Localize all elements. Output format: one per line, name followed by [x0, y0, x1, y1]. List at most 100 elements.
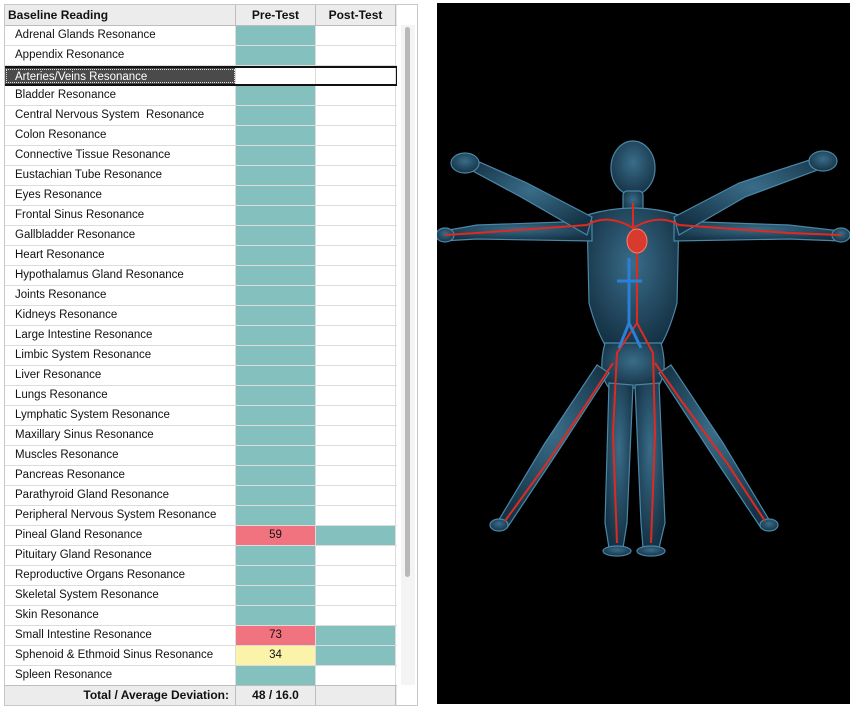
- post-test-cell[interactable]: [316, 446, 396, 465]
- pre-test-cell[interactable]: [236, 266, 316, 285]
- pre-test-cell[interactable]: [236, 46, 316, 65]
- table-row[interactable]: Adrenal Glands Resonance: [5, 26, 397, 46]
- post-test-cell[interactable]: [316, 346, 396, 365]
- table-row[interactable]: Connective Tissue Resonance: [5, 146, 397, 166]
- table-row[interactable]: Sphenoid & Ethmoid Sinus Resonance 34: [5, 646, 397, 666]
- table-row[interactable]: Gallbladder Resonance: [5, 226, 397, 246]
- table-row[interactable]: Frontal Sinus Resonance: [5, 206, 397, 226]
- pre-test-cell[interactable]: [236, 586, 316, 605]
- table-row[interactable]: Lymphatic System Resonance: [5, 406, 397, 426]
- pre-test-cell[interactable]: [236, 446, 316, 465]
- pre-test-cell[interactable]: [236, 606, 316, 625]
- post-test-cell[interactable]: [316, 266, 396, 285]
- post-test-cell[interactable]: [316, 306, 396, 325]
- table-row[interactable]: Eyes Resonance: [5, 186, 397, 206]
- pre-test-cell[interactable]: [236, 146, 316, 165]
- pre-test-cell[interactable]: [236, 106, 316, 125]
- post-test-cell[interactable]: [316, 466, 396, 485]
- table-row[interactable]: Pituitary Gland Resonance: [5, 546, 397, 566]
- pre-test-cell[interactable]: [236, 68, 316, 84]
- table-row[interactable]: Skeletal System Resonance: [5, 586, 397, 606]
- pre-test-cell[interactable]: [236, 166, 316, 185]
- table-row[interactable]: Appendix Resonance: [5, 46, 397, 66]
- pre-test-cell[interactable]: [236, 466, 316, 485]
- post-test-cell[interactable]: [316, 86, 396, 105]
- pre-test-cell[interactable]: [236, 346, 316, 365]
- table-row[interactable]: Maxillary Sinus Resonance: [5, 426, 397, 446]
- table-row[interactable]: Hypothalamus Gland Resonance: [5, 266, 397, 286]
- pre-test-cell[interactable]: [236, 86, 316, 105]
- pre-test-cell[interactable]: 34: [236, 646, 316, 665]
- post-test-cell[interactable]: [316, 226, 396, 245]
- post-test-cell[interactable]: [316, 426, 396, 445]
- post-test-cell[interactable]: [316, 586, 396, 605]
- post-test-cell[interactable]: [316, 246, 396, 265]
- table-row[interactable]: Arteries/Veins Resonance: [5, 66, 397, 86]
- pre-test-cell[interactable]: [236, 666, 316, 685]
- table-row[interactable]: Parathyroid Gland Resonance: [5, 486, 397, 506]
- pre-test-cell[interactable]: [236, 226, 316, 245]
- post-test-cell[interactable]: [316, 106, 396, 125]
- table-row[interactable]: Colon Resonance: [5, 126, 397, 146]
- pre-test-cell[interactable]: 59: [236, 526, 316, 545]
- pre-test-cell[interactable]: [236, 546, 316, 565]
- table-row[interactable]: Kidneys Resonance: [5, 306, 397, 326]
- pre-test-cell[interactable]: [236, 486, 316, 505]
- pre-test-cell[interactable]: [236, 506, 316, 525]
- table-row[interactable]: Joints Resonance: [5, 286, 397, 306]
- pre-test-cell[interactable]: [236, 26, 316, 45]
- post-test-cell[interactable]: [316, 646, 396, 665]
- table-row[interactable]: Eustachian Tube Resonance: [5, 166, 397, 186]
- pre-test-cell[interactable]: [236, 566, 316, 585]
- post-test-cell[interactable]: [316, 126, 396, 145]
- table-row[interactable]: Heart Resonance: [5, 246, 397, 266]
- post-test-cell[interactable]: [316, 326, 396, 345]
- scrollbar-thumb[interactable]: [405, 27, 410, 577]
- post-test-cell[interactable]: [316, 566, 396, 585]
- post-test-cell[interactable]: [316, 606, 396, 625]
- post-test-cell[interactable]: [316, 166, 396, 185]
- vertical-scrollbar[interactable]: [401, 25, 415, 685]
- post-test-cell[interactable]: [316, 186, 396, 205]
- post-test-cell[interactable]: [316, 26, 396, 45]
- post-test-cell[interactable]: [316, 366, 396, 385]
- post-test-cell[interactable]: [316, 626, 396, 645]
- post-test-cell[interactable]: [316, 486, 396, 505]
- post-test-cell[interactable]: [316, 666, 396, 685]
- table-row[interactable]: Bladder Resonance: [5, 86, 397, 106]
- post-test-cell[interactable]: [316, 68, 396, 84]
- table-row[interactable]: Pineal Gland Resonance 59: [5, 526, 397, 546]
- pre-test-cell[interactable]: [236, 246, 316, 265]
- table-row[interactable]: Reproductive Organs Resonance: [5, 566, 397, 586]
- post-test-cell[interactable]: [316, 286, 396, 305]
- table-row[interactable]: Liver Resonance: [5, 366, 397, 386]
- pre-test-cell[interactable]: [236, 126, 316, 145]
- pre-test-cell[interactable]: [236, 386, 316, 405]
- post-test-cell[interactable]: [316, 506, 396, 525]
- table-row[interactable]: Central Nervous System Resonance: [5, 106, 397, 126]
- table-row[interactable]: Small Intestine Resonance 73: [5, 626, 397, 646]
- post-test-cell[interactable]: [316, 46, 396, 65]
- pre-test-cell[interactable]: [236, 306, 316, 325]
- table-row[interactable]: Muscles Resonance: [5, 446, 397, 466]
- table-row[interactable]: Peripheral Nervous System Resonance: [5, 506, 397, 526]
- post-test-cell[interactable]: [316, 146, 396, 165]
- post-test-cell[interactable]: [316, 386, 396, 405]
- table-row[interactable]: Limbic System Resonance: [5, 346, 397, 366]
- pre-test-cell[interactable]: [236, 366, 316, 385]
- table-row[interactable]: Spleen Resonance: [5, 666, 397, 686]
- pre-test-cell[interactable]: [236, 326, 316, 345]
- table-row[interactable]: Skin Resonance: [5, 606, 397, 626]
- table-row[interactable]: Pancreas Resonance: [5, 466, 397, 486]
- pre-test-cell[interactable]: [236, 186, 316, 205]
- column-header-name[interactable]: Baseline Reading: [5, 5, 236, 25]
- pre-test-cell[interactable]: [236, 406, 316, 425]
- pre-test-cell[interactable]: 73: [236, 626, 316, 645]
- post-test-cell[interactable]: [316, 526, 396, 545]
- post-test-cell[interactable]: [316, 546, 396, 565]
- column-header-post-test[interactable]: Post-Test: [316, 5, 396, 25]
- column-header-pre-test[interactable]: Pre-Test: [236, 5, 316, 25]
- pre-test-cell[interactable]: [236, 426, 316, 445]
- pre-test-cell[interactable]: [236, 206, 316, 225]
- post-test-cell[interactable]: [316, 406, 396, 425]
